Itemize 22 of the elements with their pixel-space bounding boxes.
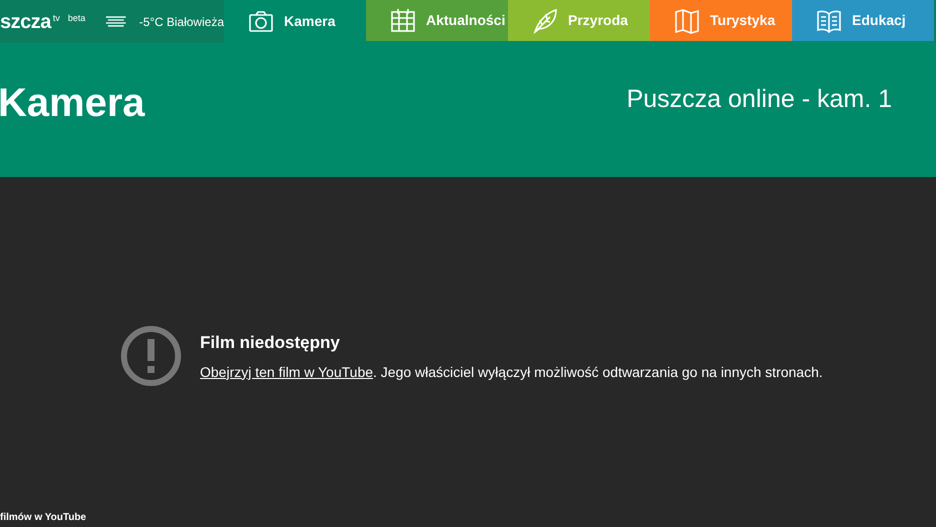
nav-tab[interactable]: Edukacj <box>792 0 934 43</box>
weather-text: -5°C Białowieża <box>139 14 224 30</box>
logo-text[interactable]: szcza <box>0 12 51 32</box>
map-icon <box>674 8 700 34</box>
error-title: Film niedostępny <box>200 332 341 354</box>
error-message: Obejrzyj ten film w YouTube. Jego właściciel wyłączył możliwość odtwarzania go na innych stronach. <box>200 362 823 382</box>
camera-title: Puszcza online - kam. 1 <box>626 84 892 115</box>
leaf-icon <box>532 8 558 34</box>
nav-tab[interactable]: Aktualności <box>366 0 508 43</box>
calendar-icon <box>390 8 416 34</box>
nav-tab[interactable]: Turystyka <box>650 0 792 43</box>
camera-icon <box>248 8 274 34</box>
logo-superscript: tv <box>52 12 60 24</box>
beta-label: beta <box>68 12 86 24</box>
page-title: Kamera <box>0 80 145 127</box>
footer-text: filmów w YouTube <box>0 511 86 525</box>
youtube-link[interactable]: Obejrzyj ten film w YouTube <box>200 364 374 380</box>
fog-icon <box>105 16 128 28</box>
nav-tab[interactable]: Kamera <box>224 0 366 43</box>
warning-icon <box>120 325 182 387</box>
book-icon <box>816 8 842 34</box>
nav-tab[interactable]: Przyroda <box>508 0 650 43</box>
